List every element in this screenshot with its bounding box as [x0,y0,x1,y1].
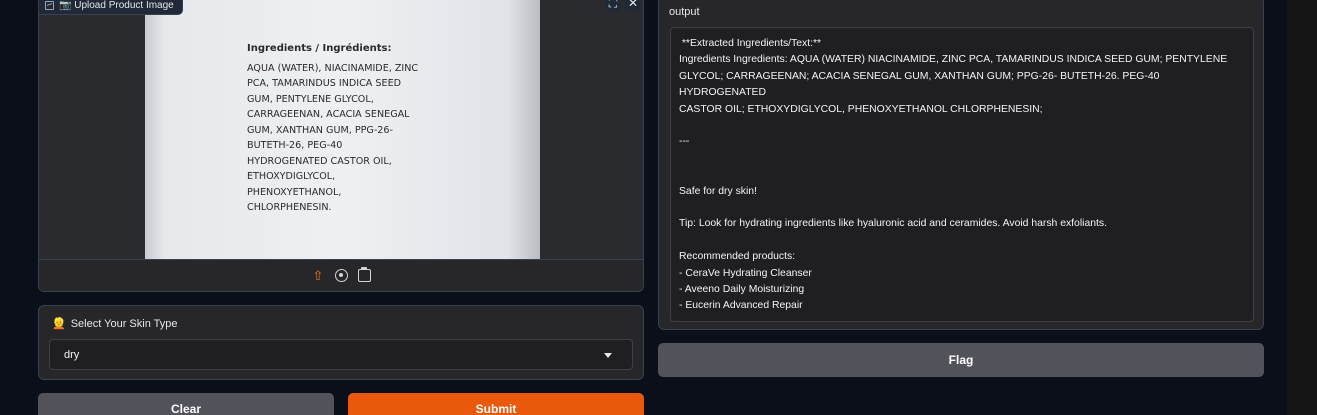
output-line: --- [679,136,690,148]
skin-type-panel: 👱 Select Your Skin Type dry [38,305,644,380]
image-icon [45,1,54,10]
output-textbox[interactable]: **Extracted Ingredients/Text:** Ingredie… [670,27,1254,322]
chevron-down-icon[interactable] [604,353,612,358]
output-line: CASTOR OIL; ETHOXYDIGLYCOL, PHENOXYETHAN… [679,103,1043,115]
image-source-toolbar: ⇧ [39,259,643,291]
person-icon: 👱 [52,318,66,330]
webcam-icon[interactable] [334,269,348,282]
product-ingredient-line: ETHOXYDIGLYCOL, [247,171,336,182]
fullscreen-icon[interactable]: ⛶ [605,0,621,11]
close-icon[interactable]: ✕ [625,0,641,11]
product-ingredient-title: Ingredients / Ingrédients: [247,43,392,54]
output-line: **Extracted Ingredients/Text:** [679,38,822,49]
output-line: - CeraVe Hydrating Cleanser [679,267,812,279]
skin-type-dropdown[interactable]: dry [49,339,633,370]
product-ingredient-line: CHLORPHENESIN. [247,202,332,213]
skin-type-label: 👱 Select Your Skin Type [52,317,178,331]
product-ingredient-line: AQUA (WATER), NIACINAMIDE, ZINC [247,62,419,74]
output-label: output [669,6,700,18]
output-line: - Aveeno Daily Moisturizing [679,284,805,296]
output-line: Recommended products: [679,251,796,263]
skin-type-selected-value: dry [64,348,80,361]
image-upload-label-text: 📷 Upload Product Image [59,0,174,11]
product-ingredient-line: PHENOXYETHANOL, [247,186,342,198]
product-ingredient-line: GUM, PENTYLENE GLYCOL, [247,93,374,105]
output-line: Tip: Look for hydrating ingredients like… [679,218,1107,230]
product-ingredient-label: Ingredients / Ingrédients: AQUA (WATER),… [247,41,457,216]
image-upload-label: 📷 Upload Product Image [39,0,183,15]
output-line: - Eucerin Advanced Repair [679,300,803,312]
product-bottle: Ingredients / Ingrédients: AQUA (WATER),… [145,0,540,259]
image-upload-panel[interactable]: 📷 Upload Product Image ⛶ ✕ Ingredients /… [38,0,644,292]
skin-type-label-text: Select Your Skin Type [70,317,178,330]
product-ingredient-line: BUTETH-26, PEG-40 [247,140,343,151]
output-line: Safe for dry skin! [679,185,757,197]
output-panel: output **Extracted Ingredients/Text:** I… [658,0,1264,330]
clipboard-icon[interactable] [357,267,371,282]
submit-button[interactable]: Submit [348,393,644,415]
scrollbar-gutter [1287,0,1317,415]
flag-button[interactable]: Flag [658,343,1264,377]
upload-icon[interactable]: ⇧ [312,269,325,282]
uploaded-product-image: Ingredients / Ingrédients: AQUA (WATER),… [39,0,643,259]
output-line: Ingredients Ingredients: AQUA (WATER) NI… [679,54,1228,66]
product-ingredient-line: CARRAGEENAN, ACACIA SENEGAL [247,109,410,120]
product-ingredient-line: PCA, TAMARINDUS INDICA SEED [247,78,402,89]
clear-button[interactable]: Clear [38,393,334,415]
product-ingredient-line: GUM, XANTHAN GUM, PPG-26- [247,124,393,136]
output-line: GLYCOL; CARRAGEENAN; ACACIA SENEGAL GUM,… [679,70,1163,99]
product-ingredient-line: HYDROGENATED CASTOR OIL, [247,155,392,167]
